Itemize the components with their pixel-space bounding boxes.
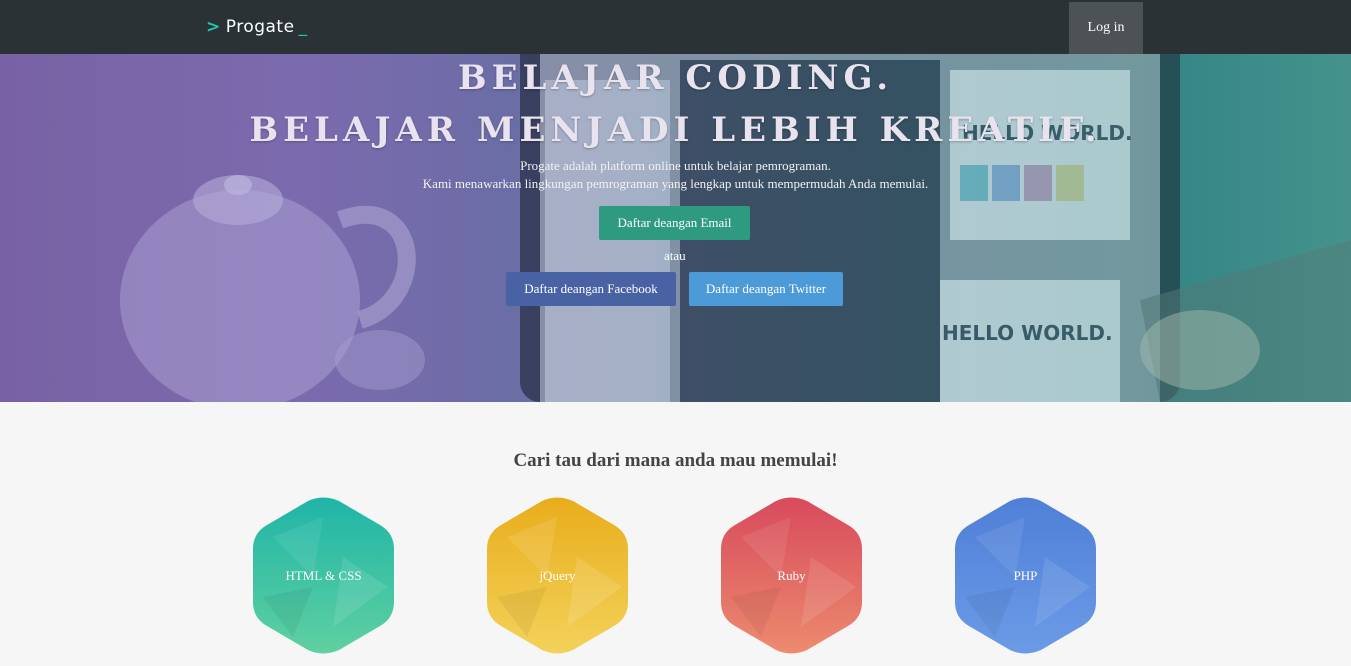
logo-text: Progate <box>225 17 295 37</box>
hero-subtitle-line1: Progate adalah platform online untuk bel… <box>520 158 831 173</box>
hero-title-line1: BELAJAR CODING. <box>457 58 894 98</box>
course-label: Ruby <box>777 567 806 583</box>
hero-subtitle-line2: Kami menawarkan lingkungan pemrograman y… <box>422 176 929 191</box>
course-label: HTML & CSS <box>285 567 362 583</box>
course-ruby[interactable]: Ruby <box>721 497 862 654</box>
course-label: jQuery <box>539 567 576 583</box>
signup-twitter-button[interactable]: Daftar deangan Twitter <box>689 272 843 306</box>
signup-facebook-button[interactable]: Daftar deangan Facebook <box>506 272 676 306</box>
or-separator: atau <box>664 248 686 263</box>
course-jquery[interactable]: jQuery <box>487 497 628 654</box>
course-html-css[interactable]: HTML & CSS <box>253 497 394 654</box>
logo-chevron-icon: > <box>206 17 221 37</box>
course-php[interactable]: PHP <box>955 497 1096 654</box>
course-label: PHP <box>1013 567 1038 583</box>
courses-section-title: Cari tau dari mana anda mau memulai! <box>513 450 838 471</box>
hero-title-line2: BELAJAR MENJADI LEBIH KREATIF. <box>249 110 1102 150</box>
hero-section: HELLO WORLD. HELLO WORLD. BELAJAR CODING… <box>0 0 1351 402</box>
top-navbar: > Progate _ Log in <box>0 0 1351 54</box>
login-button[interactable]: Log in <box>1069 2 1143 54</box>
signup-email-button[interactable]: Daftar deangan Email <box>599 206 750 240</box>
logo-cursor-icon: _ <box>298 17 308 37</box>
progate-logo[interactable]: > Progate _ <box>206 14 308 40</box>
